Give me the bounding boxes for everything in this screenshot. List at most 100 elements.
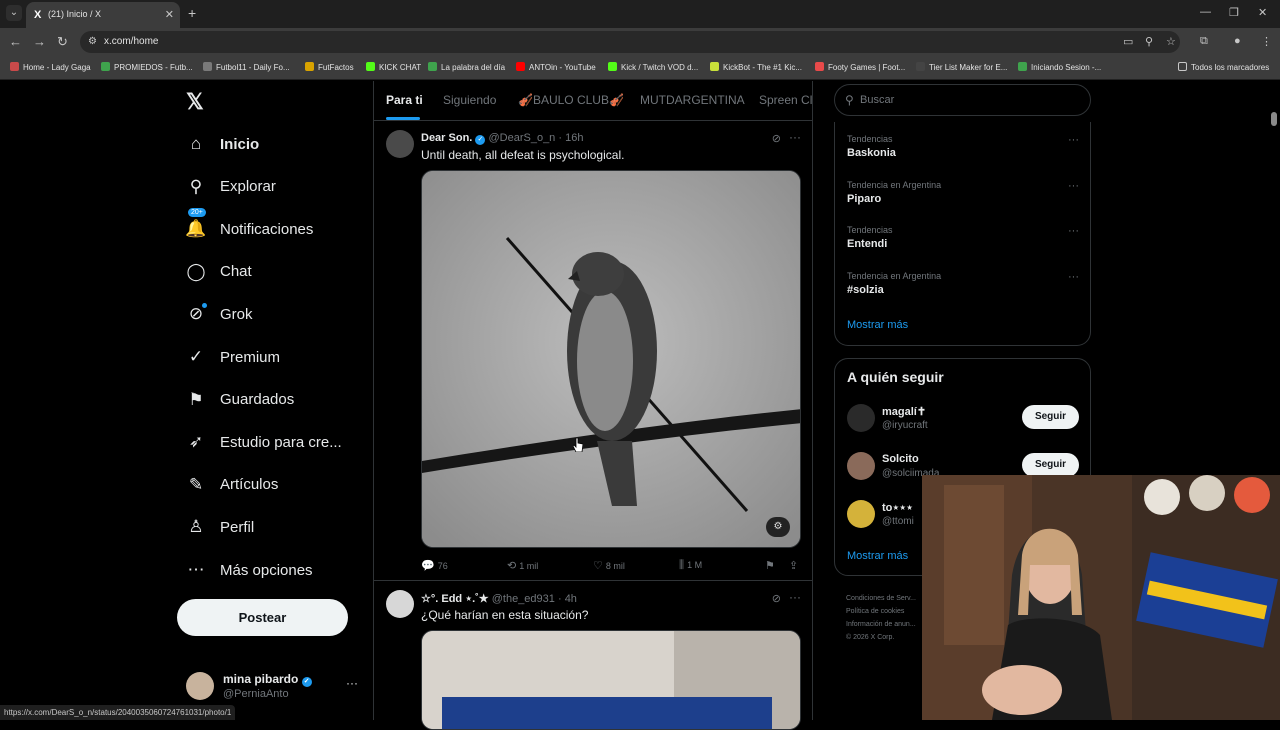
bookmark-item[interactable]: La palabra del día (428, 62, 505, 72)
avatar[interactable] (847, 404, 875, 432)
tweet-image[interactable]: ⚙ (421, 170, 801, 548)
show-more-trends-link[interactable]: Mostrar más (847, 319, 908, 331)
more-icon[interactable]: ··· (789, 130, 801, 144)
notification-badge: 20+ (188, 208, 206, 218)
footer-cookies-link[interactable]: Política de cookies (846, 605, 916, 618)
bookmark-item[interactable]: Home - Lady Gaga (10, 62, 91, 72)
sidebar-item-más-opciones[interactable]: ⋯ Más opciones (186, 555, 313, 585)
rocket-icon: ➶ (188, 432, 204, 452)
post-button[interactable]: Postear (177, 599, 348, 636)
new-tab-button[interactable]: + (188, 5, 196, 21)
sidebar-item-notificaciones[interactable]: 🔔 20+ Notificaciones (185, 208, 313, 244)
bookmark-item[interactable]: Footy Games | Foot... (815, 62, 905, 72)
sidebar-item-artículos[interactable]: ✎ Artículos (186, 470, 278, 500)
bookmark-item[interactable]: KICK CHAT (366, 62, 421, 72)
account-switcher[interactable]: mina pibardo ✓ @PerniaAnto ··· (186, 670, 372, 704)
trend-item[interactable]: Tendencia en Argentina #solzia ··· (847, 271, 1079, 305)
sidebar-item-guardados[interactable]: ⚑ Guardados (186, 385, 294, 415)
bookmark-item[interactable]: ANTOin - YouTube (516, 62, 596, 72)
show-more-follow-link[interactable]: Mostrar más (847, 550, 908, 562)
sidebar-item-estudio-para-cre-[interactable]: ➶ Estudio para cre... (186, 427, 342, 457)
like-button[interactable]: ♡ 8 mil (593, 559, 625, 572)
restore-icon[interactable]: ❐ (1229, 6, 1239, 19)
cast-icon[interactable]: ▭ (1123, 35, 1133, 48)
tweet-author-handle[interactable]: @DearS_o_n (488, 132, 555, 144)
tweet[interactable]: Dear Son. ✓ @DearS_o_n · 16h ⊘ ··· Until… (374, 130, 813, 580)
follow-suggestion[interactable]: magalí✝ @iryucraft Seguir (847, 404, 1079, 438)
sidebar-item-premium[interactable]: ✓ Premium (186, 342, 280, 372)
bookmark-item[interactable]: Futbol11 - Daily Fo... (203, 62, 290, 72)
tweet-author-name[interactable]: Dear Son. (421, 132, 472, 144)
tweet[interactable]: ☆°. Edd ⋆.˚★ @the_ed931 · 4h ⊘ ··· ¿Qué … (374, 590, 813, 730)
star-icon[interactable]: ☆ (1166, 35, 1176, 48)
trend-item[interactable]: Tendencias Baskonia ··· (847, 134, 1079, 168)
tweet-image[interactable] (421, 630, 801, 730)
views-button[interactable]: ⫼ 1 M (679, 559, 702, 572)
menu-icon[interactable]: ⋮ (1261, 35, 1272, 48)
tweet-time[interactable]: · 4h (558, 593, 577, 605)
trend-item[interactable]: Tendencias Entendi ··· (847, 225, 1079, 259)
tab-search-button[interactable]: ⌄ (6, 5, 22, 21)
x-logo-icon[interactable]: 𝕏 (186, 89, 204, 115)
more-icon[interactable]: ··· (1068, 180, 1079, 192)
follow-button[interactable]: Seguir (1022, 405, 1079, 429)
site-info-icon[interactable]: ⚙ (88, 36, 97, 47)
share-button[interactable]: ⇪ (789, 559, 801, 572)
sidebar-item-grok[interactable]: ⊘ Grok (186, 299, 253, 329)
back-icon[interactable]: ← (9, 34, 22, 49)
minimize-icon[interactable]: — (1200, 6, 1211, 18)
all-bookmarks[interactable]: Todos los marcadores (1178, 62, 1269, 72)
sidebar-item-chat[interactable]: ◯ Chat (186, 257, 252, 287)
follow-button[interactable]: Seguir (1022, 453, 1079, 477)
sidebar-item-label: Chat (220, 263, 252, 281)
sidebar-item-inicio[interactable]: ⌂ Inicio (186, 129, 259, 159)
bookmark-button[interactable]: ⚑ (765, 559, 778, 572)
zoom-icon[interactable]: ⚲ (1145, 35, 1153, 48)
grok-icon[interactable]: ⊘ (772, 132, 781, 145)
bookmark-item[interactable]: Kick / Twitch VOD d... (608, 62, 698, 72)
trend-item[interactable]: Tendencia en Argentina Piparo ··· (847, 180, 1079, 214)
bookmark-item[interactable]: KickBot - The #1 Kic... (710, 62, 802, 72)
profile-avatar-icon[interactable]: ● (1234, 35, 1241, 47)
bookmark-item[interactable]: PROMIEDOS - Futb... (101, 62, 193, 72)
bookmark-item[interactable]: Tier List Maker for E... (916, 62, 1007, 72)
media-edit-icon[interactable]: ⚙ (766, 517, 790, 537)
tab-mutdargentina[interactable]: MUTDARGENTINA (640, 93, 745, 107)
reply-button[interactable]: 💬 76 (421, 559, 448, 572)
avatar[interactable] (847, 452, 875, 480)
tweet-author-handle[interactable]: @the_ed931 (492, 593, 555, 605)
avatar[interactable] (386, 590, 414, 618)
grok-icon[interactable]: ⊘ (772, 592, 781, 605)
footer-terms-link[interactable]: Condiciones de Serv... (846, 592, 916, 605)
tab-para-ti[interactable]: Para ti (386, 93, 423, 107)
unread-dot (202, 303, 207, 309)
reload-icon[interactable]: ↻ (57, 34, 68, 50)
repost-button[interactable]: ⟲ 1 mil (507, 559, 538, 572)
more-icon[interactable]: ··· (346, 676, 358, 690)
footer-ads-link[interactable]: Información de anun... (846, 618, 916, 631)
more-icon[interactable]: ··· (1068, 271, 1079, 283)
sidebar-item-perfil[interactable]: ♙ Perfil (186, 512, 254, 542)
sidebar-item-explorar[interactable]: ⚲ Explorar (186, 172, 276, 202)
bookmark-item[interactable]: Iniciando Sesion -... (1018, 62, 1101, 72)
close-window-icon[interactable]: ✕ (1258, 6, 1267, 19)
more-icon[interactable]: ··· (789, 590, 801, 604)
close-tab-icon[interactable]: ✕ (165, 8, 174, 21)
more-icon[interactable]: ··· (1068, 134, 1079, 146)
tab-siguiendo[interactable]: Siguiendo (443, 93, 496, 107)
address-bar[interactable]: ⚙ x.com/home (80, 31, 1180, 53)
avatar[interactable] (386, 130, 414, 158)
search-input[interactable]: ⚲ Buscar (834, 84, 1091, 116)
tab-spreen[interactable]: Spreen Cl... (759, 93, 813, 107)
tab-baulo-club[interactable]: 🎻BAULO CLUB🎻 (518, 93, 624, 107)
scrollbar-thumb[interactable] (1271, 112, 1277, 126)
more-icon[interactable]: ··· (1068, 225, 1079, 237)
bookmark-favicon-icon (428, 62, 437, 71)
forward-icon[interactable]: → (33, 34, 46, 49)
avatar[interactable] (847, 500, 875, 528)
bookmark-item[interactable]: FutFactos (305, 62, 354, 72)
tweet-author-name[interactable]: ☆°. Edd ⋆.˚★ (421, 593, 489, 605)
extensions-icon[interactable]: ⧉ (1200, 35, 1208, 48)
browser-tab-active[interactable]: X (21) Inicio / X ✕ (26, 2, 180, 28)
tweet-time[interactable]: · 16h (558, 132, 583, 144)
